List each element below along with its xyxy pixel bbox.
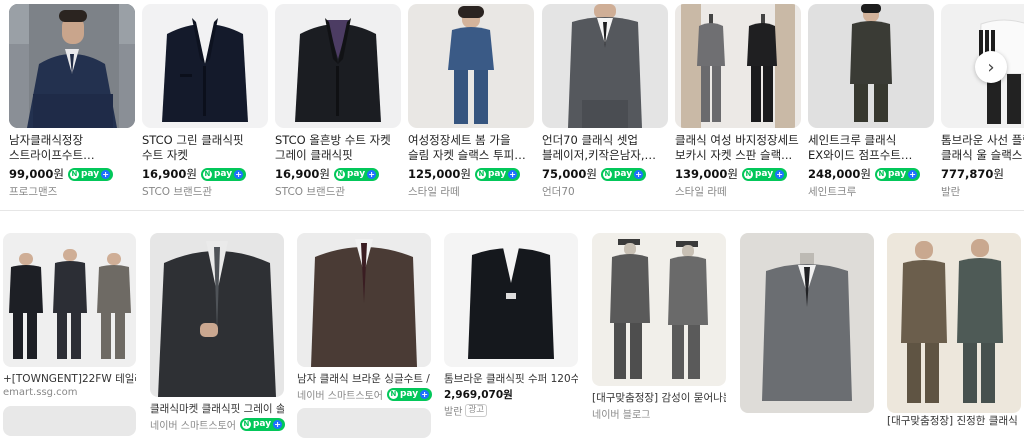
result-source[interactable]: 네이버 스마트스토어 Npay + (150, 417, 286, 432)
product-card[interactable]: 남자클래식정장 스트라이프수트 네이비수트 99,000원 Npay+ 프로그맨… (9, 4, 135, 199)
seller-name[interactable]: 프로그맨즈 (9, 184, 135, 199)
npay-badge: Npay + (67, 167, 114, 181)
image-result-card[interactable]: 클래식마켓 클래식핏 그레이 솔리드 트레... 네이버 스마트스토어 Npay… (150, 233, 286, 432)
seller-name[interactable]: 스타일 라떼 (408, 184, 534, 199)
result-title[interactable]: 남자 클래식 브라운 싱글수트 / ... (297, 372, 431, 386)
result-title[interactable]: +[TOWNGENT]22FW 테일러드 ... (3, 372, 136, 386)
seller-name[interactable]: 세인트크루 (808, 184, 934, 199)
product-image[interactable] (542, 4, 668, 128)
seller-name[interactable]: STCO 브랜드관 (142, 184, 268, 199)
seller-name[interactable]: STCO 브랜드관 (275, 184, 401, 199)
product-title[interactable]: 세인트크루 클래식 EX와이드 점프수트 CWF-S21... (808, 133, 934, 163)
product-title[interactable]: STCO 올흔방 수트 자켓 그레이 클래식핏 (275, 133, 401, 163)
product-image[interactable] (142, 4, 268, 128)
ad-badge: 광고 (465, 404, 488, 417)
product-title[interactable]: 여성정장세트 봄 가을 슬림 자켓 슬랙스 투피스 ... (408, 133, 534, 163)
price-row: 16,900원 Npay + (142, 166, 268, 182)
result-title[interactable]: 클래식마켓 클래식핏 그레이 솔리드 트레... (150, 402, 284, 416)
next-arrow-button[interactable]: › (975, 51, 1007, 83)
result-image[interactable] (297, 408, 431, 438)
result-image[interactable] (887, 233, 1021, 413)
result-title[interactable]: [대구맞춤정장] 진정한 클래식 슈... (887, 414, 1021, 428)
product-title[interactable]: 톰브라운 사선 플랩 클래식 울 슬랙스 (941, 133, 1024, 163)
seller-name[interactable]: 언더70 (542, 184, 668, 199)
product-image[interactable] (675, 4, 801, 128)
npay-badge: Npay + (200, 167, 247, 181)
npay-badge: Npay + (874, 167, 921, 181)
result-image[interactable] (3, 233, 136, 367)
price-row: 16,900원 Npay + (275, 166, 401, 182)
product-card[interactable]: 언더70 클래식 셋업 블레이저,키작은남자,정장,수... 75,000원 N… (542, 4, 668, 199)
product-image[interactable] (275, 4, 401, 128)
product-price: 248,000원 (808, 167, 871, 181)
result-source[interactable]: emart.ssg.com (3, 387, 136, 398)
product-image[interactable] (808, 4, 934, 128)
product-image[interactable] (408, 4, 534, 128)
seller-name[interactable]: 발란 (941, 184, 1024, 199)
result-image[interactable] (3, 406, 136, 436)
product-price: 75,000원 (542, 167, 597, 181)
product-card[interactable]: 톰브라운 사선 플랩 클래식 울 슬랙스 777,870원 발란 (941, 4, 1024, 199)
npay-badge: Npay + (600, 167, 647, 181)
image-result-card[interactable] (740, 233, 874, 413)
image-result-card[interactable]: 남자 클래식 브라운 싱글수트 / ... 네이버 스마트스토어 Npay + (297, 233, 433, 402)
result-title[interactable]: [대구맞춤정장] 감성이 묻어나는 ... (592, 391, 726, 405)
product-price: 16,900원 (142, 167, 197, 181)
image-result-card[interactable] (3, 406, 136, 436)
product-title[interactable]: 언더70 클래식 셋업 블레이저,키작은남자,정장,수... (542, 133, 668, 163)
result-image[interactable] (592, 233, 726, 386)
npay-badge: Npay + (333, 167, 380, 181)
product-image[interactable] (9, 4, 135, 128)
npay-badge: Npay + (386, 388, 433, 401)
image-result-card[interactable] (887, 233, 1021, 413)
product-card[interactable]: 클래식 여성 바지정장세트 보카시 자켓 스판 슬랙... 139,000원 N… (675, 4, 801, 199)
result-title[interactable]: 톰브라운 클래식핏 수퍼 120수 ... (444, 372, 578, 386)
price-row: 248,000원 Npay + (808, 166, 934, 182)
npay-badge: Npay + (741, 167, 788, 181)
result-price: 2,969,070원 (444, 389, 513, 401)
result-image[interactable] (150, 233, 284, 397)
product-card[interactable]: STCO 올흔방 수트 자켓 그레이 클래식핏 16,900원 Npay + ST… (275, 4, 401, 199)
price-row: 125,000원 Npay + (408, 166, 534, 182)
product-card[interactable]: 세인트크루 클래식 EX와이드 점프수트 CWF-S21... 248,000원… (808, 4, 934, 199)
product-card[interactable]: STCO 그린 클래식핏 수트 자켓 16,900원 Npay + STCO 브랜… (142, 4, 268, 199)
result-source[interactable]: 네이버 블로그 (592, 406, 726, 421)
product-title[interactable]: STCO 그린 클래식핏 수트 자켓 (142, 133, 268, 163)
seller-name[interactable]: 스타일 라떼 (675, 184, 801, 199)
product-price: 777,870원 (941, 167, 1004, 181)
product-price: 139,000원 (675, 167, 738, 181)
product-title[interactable]: 남자클래식정장 스트라이프수트 네이비수트 (9, 133, 135, 163)
section-divider (0, 210, 1024, 211)
chevron-right-icon: › (987, 56, 995, 78)
result-source[interactable]: 네이버 스마트스토어 Npay + (297, 387, 433, 402)
product-price: 99,000원 (9, 167, 64, 181)
image-result-card[interactable]: +[TOWNGENT]22FW 테일러드 ... emart.ssg.com (3, 233, 136, 398)
image-result-card[interactable] (297, 408, 431, 438)
price-row: 139,000원 Npay + (675, 166, 801, 182)
image-result-card[interactable]: 톰브라운 클래식핏 수퍼 120수 ... 2,969,070원 발란 광고 (444, 233, 578, 418)
shopping-row-top: 남자클래식정장 스트라이프수트 네이비수트 99,000원 Npay+ 프로그맨… (0, 0, 1024, 205)
npay-badge: Npay + (474, 167, 521, 181)
price-row: 99,000원 Npay + (9, 166, 135, 182)
npay-badge: Npay + (239, 418, 286, 431)
result-source[interactable]: 발란 광고 (444, 403, 578, 418)
price-row: 75,000원 Npay + (542, 166, 668, 182)
result-image[interactable] (297, 233, 431, 367)
product-title[interactable]: 클래식 여성 바지정장세트 보카시 자켓 스판 슬랙... (675, 133, 801, 163)
result-image[interactable] (740, 233, 874, 413)
result-image[interactable] (444, 233, 578, 367)
product-card[interactable]: 여성정장세트 봄 가을 슬림 자켓 슬랙스 투피스 ... 125,000원 N… (408, 4, 534, 199)
image-result-card[interactable]: [대구맞춤정장] 감성이 묻어나는 ... 네이버 블로그 (592, 233, 726, 421)
price-row: 777,870원 (941, 166, 1024, 182)
product-price: 125,000원 (408, 167, 471, 181)
product-price: 16,900원 (275, 167, 330, 181)
